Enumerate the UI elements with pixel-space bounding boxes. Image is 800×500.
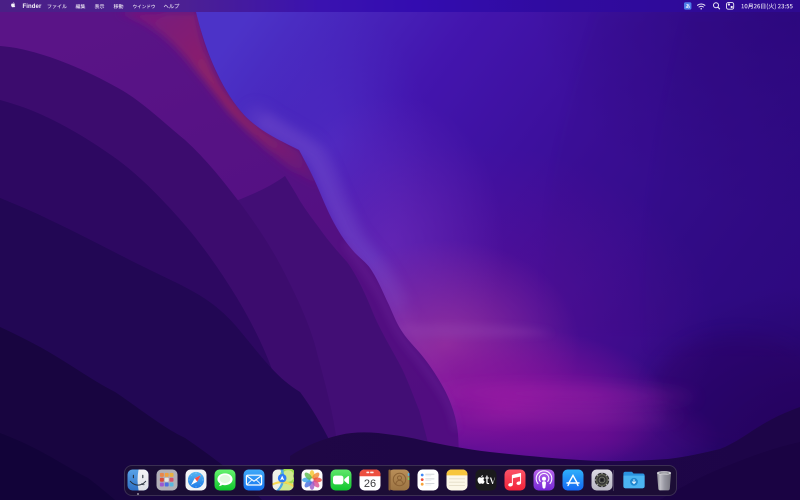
svg-text:Finder: Finder [23, 4, 42, 10]
